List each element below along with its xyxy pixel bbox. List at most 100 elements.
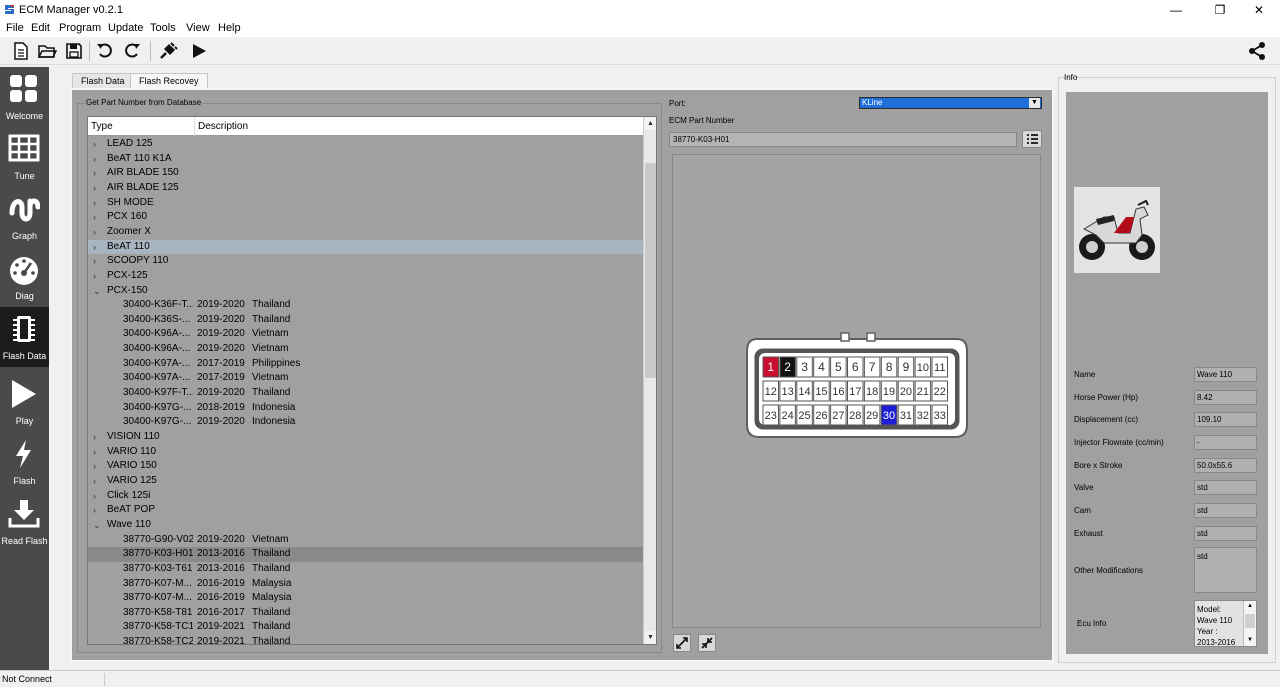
redo-icon[interactable] — [122, 41, 142, 61]
info-field-value[interactable]: Wave 110 — [1194, 367, 1257, 382]
tree-child-row[interactable]: 38770-K58-TC2 2019-2021 Thailand — [88, 635, 643, 644]
info-field-value[interactable]: 109.10 — [1194, 412, 1257, 427]
chevron-right-icon[interactable]: › — [93, 459, 96, 473]
column-description-header[interactable]: Description — [198, 121, 248, 132]
menu-view[interactable]: View — [186, 22, 210, 34]
menu-edit[interactable]: Edit — [31, 22, 50, 34]
tree-group-row[interactable]: › PCX 160 — [88, 210, 643, 225]
expand-button[interactable] — [673, 634, 691, 652]
close-button[interactable]: ✕ — [1242, 0, 1276, 20]
play-icon[interactable] — [189, 41, 209, 61]
ecu-info-scrollbar[interactable]: ▲ ▼ — [1243, 601, 1256, 646]
save-icon[interactable] — [64, 41, 84, 61]
tree-group-row[interactable]: › SH MODE — [88, 196, 643, 211]
tree-group-row[interactable]: › VARIO 110 — [88, 445, 643, 460]
chevron-right-icon[interactable]: › — [93, 269, 96, 283]
tree-group-row[interactable]: › Zoomer X — [88, 225, 643, 240]
chevron-right-icon[interactable]: › — [93, 489, 96, 503]
other-modifications-field[interactable]: std — [1194, 547, 1257, 593]
plug-icon[interactable] — [158, 41, 178, 61]
minimize-button[interactable]: — — [1159, 0, 1193, 20]
tree-group-row[interactable]: › LEAD 125 — [88, 137, 643, 152]
scroll-thumb[interactable] — [1245, 614, 1255, 628]
scroll-up-icon[interactable]: ▲ — [1244, 601, 1256, 612]
chevron-right-icon[interactable]: › — [93, 137, 96, 151]
scroll-down-icon[interactable]: ▼ — [1244, 635, 1256, 646]
tree-group-row[interactable]: › Click 125i — [88, 489, 643, 504]
column-type-header[interactable]: Type — [91, 121, 113, 132]
chevron-right-icon[interactable]: › — [93, 225, 96, 239]
sidebar-item-graph[interactable]: Graph — [0, 187, 49, 247]
tree-child-row[interactable]: 38770-K03-H01 2013-2016 Thailand — [88, 547, 643, 562]
chevron-right-icon[interactable]: › — [93, 445, 96, 459]
sidebar-item-flash-data[interactable]: Flash Data — [0, 307, 49, 367]
sidebar-item-tune[interactable]: Tune — [0, 127, 49, 187]
new-file-icon[interactable] — [11, 41, 31, 61]
chevron-right-icon[interactable]: › — [93, 240, 96, 254]
menu-help[interactable]: Help — [218, 22, 241, 34]
menu-file[interactable]: File — [6, 22, 24, 34]
info-field-value[interactable]: - — [1194, 435, 1257, 450]
tree-group-row[interactable]: › BeAT 110 K1A — [88, 152, 643, 167]
tree-vertical-scrollbar[interactable]: ▲ ▼ — [643, 117, 656, 644]
info-field-value[interactable]: std — [1194, 480, 1257, 495]
collapse-button[interactable] — [698, 634, 716, 652]
sidebar-item-flash[interactable]: Flash — [0, 432, 49, 492]
chevron-right-icon[interactable]: › — [93, 474, 96, 488]
info-field-value[interactable]: std — [1194, 526, 1257, 541]
tree-child-row[interactable]: 30400-K96A-... 2019-2020 Vietnam — [88, 342, 643, 357]
port-select[interactable]: KLine ▼ — [859, 97, 1042, 109]
chevron-down-icon[interactable]: ⌄ — [93, 518, 101, 532]
tree-group-row[interactable]: › BeAT 110 — [88, 239, 643, 255]
menu-program[interactable]: Program — [59, 22, 101, 34]
share-icon[interactable] — [1247, 41, 1267, 61]
tree-child-row[interactable]: 30400-K97F-T... 2019-2020 Thailand — [88, 386, 643, 401]
tree-child-row[interactable]: 30400-K36S-... 2019-2020 Thailand — [88, 313, 643, 328]
tree-child-row[interactable]: 38770-K58-TC1 2019-2021 Thailand — [88, 620, 643, 635]
chevron-down-icon[interactable]: ⌄ — [93, 284, 101, 298]
info-field-value[interactable]: 8.42 — [1194, 390, 1257, 405]
part-list-button[interactable] — [1022, 130, 1042, 148]
menu-tools[interactable]: Tools — [150, 22, 176, 34]
chevron-right-icon[interactable]: › — [93, 181, 96, 195]
tree-group-row[interactable]: › VISION 110 — [88, 430, 643, 445]
chevron-right-icon[interactable]: › — [93, 254, 96, 268]
sidebar-item-welcome[interactable]: Welcome — [0, 67, 49, 127]
tree-group-row[interactable]: › VARIO 150 — [88, 459, 643, 474]
tree-child-row[interactable]: 38770-K58-T81 2016-2017 Thailand — [88, 606, 643, 621]
tree-group-row[interactable]: ⌄ Wave 110 — [88, 518, 643, 533]
sidebar-item-diag[interactable]: Diag — [0, 247, 49, 307]
tree-child-row[interactable]: 30400-K97G-... 2019-2020 Indonesia — [88, 415, 643, 430]
tree-child-row[interactable]: 38770-K07-M... 2016-2019 Malaysia — [88, 591, 643, 606]
tree-child-row[interactable]: 30400-K36F-T... 2019-2020 Thailand — [88, 298, 643, 313]
tree-group-row[interactable]: › VARIO 125 — [88, 474, 643, 489]
part-number-tree[interactable]: Type Description › LEAD 125 › BeAT 110 K1A ›… — [87, 116, 657, 645]
info-field-value[interactable]: std — [1194, 503, 1257, 518]
ecm-part-number-field[interactable]: 38770-K03-H01 — [669, 132, 1017, 147]
scroll-thumb[interactable] — [645, 163, 656, 378]
tree-child-row[interactable]: 30400-K97A-... 2017-2019 Vietnam — [88, 371, 643, 386]
tree-group-row[interactable]: ⌄ PCX-150 — [88, 284, 643, 299]
info-field-value[interactable]: 50.0x55.6 — [1194, 458, 1257, 473]
tree-group-row[interactable]: › AIR BLADE 125 — [88, 181, 643, 196]
scroll-up-icon[interactable]: ▲ — [644, 117, 656, 130]
chevron-down-icon[interactable]: ▼ — [1029, 98, 1040, 108]
tree-group-row[interactable]: › SCOOPY 110 — [88, 254, 643, 269]
chevron-right-icon[interactable]: › — [93, 503, 96, 517]
sidebar-item-read-flash[interactable]: Read Flash — [0, 492, 49, 552]
chevron-right-icon[interactable]: › — [93, 196, 96, 210]
chevron-right-icon[interactable]: › — [93, 152, 96, 166]
open-folder-icon[interactable] — [37, 41, 57, 61]
tree-child-row[interactable]: 30400-K97G-... 2018-2019 Indonesia — [88, 401, 643, 416]
menu-update[interactable]: Update — [108, 22, 143, 34]
tree-child-row[interactable]: 30400-K96A-... 2019-2020 Vietnam — [88, 327, 643, 342]
tree-child-row[interactable]: 38770-G90-V02 2019-2020 Vietnam — [88, 533, 643, 548]
tree-group-row[interactable]: › PCX-125 — [88, 269, 643, 284]
tree-group-row[interactable]: › AIR BLADE 150 — [88, 166, 643, 181]
scroll-down-icon[interactable]: ▼ — [644, 631, 656, 644]
chevron-right-icon[interactable]: › — [93, 166, 96, 180]
tree-group-row[interactable]: › BeAT POP — [88, 503, 643, 518]
maximize-button[interactable]: ❐ — [1203, 0, 1237, 20]
tree-child-row[interactable]: 30400-K97A-... 2017-2019 Philippines — [88, 357, 643, 372]
undo-icon[interactable] — [95, 41, 115, 61]
